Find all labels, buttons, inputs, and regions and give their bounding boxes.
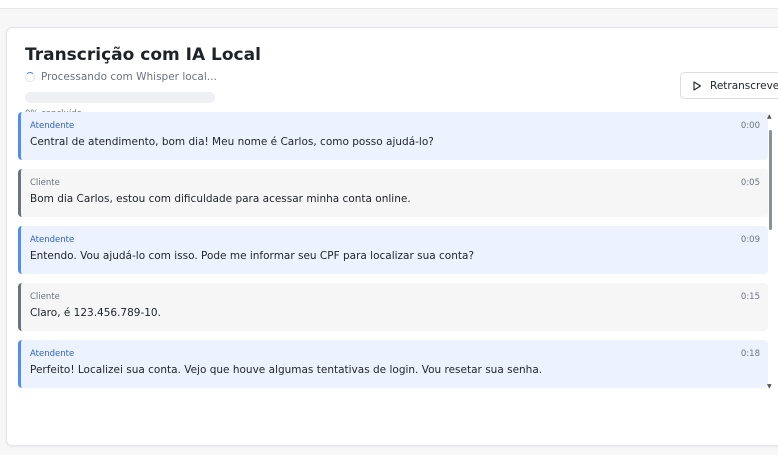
segment-speaker: Atendente xyxy=(30,121,75,131)
processing-status: Processando com Whisper local... xyxy=(25,71,217,83)
segment-timestamp: 0:18 xyxy=(740,349,760,359)
transcript-scrollbar[interactable]: ▲ ▼ xyxy=(767,112,772,403)
segment-text: Perfeito! Localizei sua conta. Vejo que … xyxy=(30,364,543,376)
segment-timestamp: 0:15 xyxy=(740,292,760,302)
loading-spinner-icon xyxy=(25,72,35,82)
segment-timestamp: 0:00 xyxy=(740,121,760,131)
segment-timestamp: 0:09 xyxy=(740,235,760,245)
scroll-up-arrow-icon[interactable]: ▲ xyxy=(767,114,772,120)
play-icon xyxy=(693,80,702,91)
scrollbar-thumb[interactable] xyxy=(769,130,772,230)
transcript-segment: Cliente 0:05 Bom dia Carlos, estou com dif… xyxy=(18,169,768,217)
retranscribe-button-label: Retranscrever xyxy=(710,79,778,92)
segment-text: Bom dia Carlos, estou com dificuldade pa… xyxy=(30,193,411,205)
segment-timestamp: 0:05 xyxy=(740,178,760,188)
scroll-down-arrow-icon[interactable]: ▼ xyxy=(767,384,772,390)
segment-text: Central de atendimento, bom dia! Meu nom… xyxy=(30,136,434,148)
segment-text: Claro, é 123.456.789-10. xyxy=(30,307,161,319)
transcript-segment: Atendente 0:09 Entendo. Vou ajudá-lo com i… xyxy=(18,226,768,274)
transcript-list[interactable]: Atendente 0:00 Central de atendimento, bom… xyxy=(18,112,768,403)
page-title: Transcrição com IA Local xyxy=(25,45,261,65)
segment-speaker: Atendente xyxy=(30,235,75,245)
progress-bar xyxy=(25,92,215,103)
segment-speaker: Cliente xyxy=(30,178,60,188)
transcript-segment: Cliente 0:15 Claro, é 123.456.789-10. xyxy=(18,283,768,331)
processing-status-text: Processando com Whisper local... xyxy=(41,71,217,83)
retranscribe-button[interactable]: Retranscrever xyxy=(680,72,778,99)
top-bar xyxy=(0,0,778,9)
transcript-segment: Atendente 0:00 Central de atendimento, bom… xyxy=(18,112,768,160)
transcript-segment: Atendente 0:18 Perfeito! Localizei sua con… xyxy=(18,340,768,388)
segment-speaker: Atendente xyxy=(30,349,75,359)
segment-text: Entendo. Vou ajudá-lo com isso. Pode me … xyxy=(30,250,475,262)
segment-speaker: Cliente xyxy=(30,292,60,302)
